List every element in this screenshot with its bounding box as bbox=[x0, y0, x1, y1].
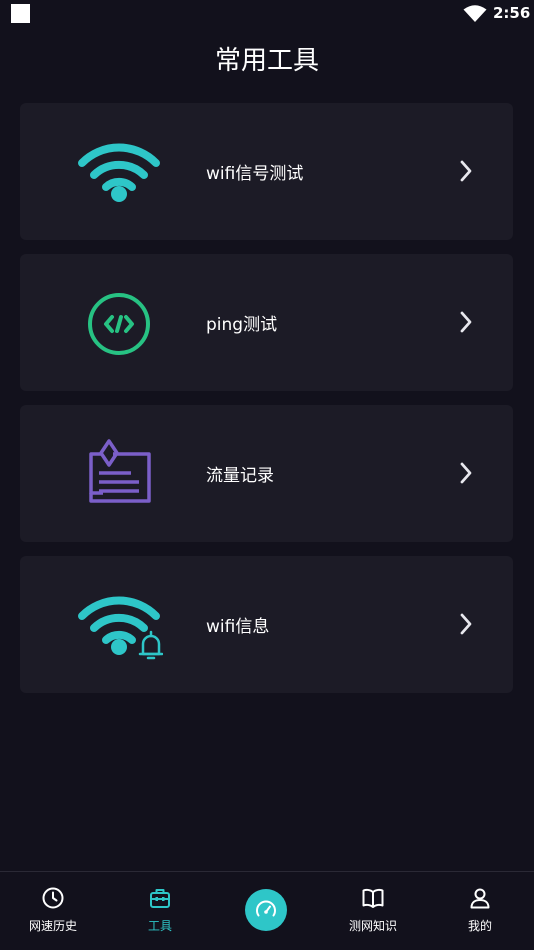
tool-card-traffic-record[interactable]: 流量记录 bbox=[20, 405, 513, 542]
chevron-right-icon bbox=[460, 160, 472, 182]
notification-square-icon bbox=[11, 4, 30, 23]
chevron-right-icon bbox=[460, 462, 472, 484]
nav-label: 测网知识 bbox=[348, 919, 397, 933]
nav-item-speed-history[interactable]: 网速历史 bbox=[0, 872, 106, 950]
tool-card-ping-test[interactable]: ping测试 bbox=[20, 254, 513, 391]
wifi-info-icon bbox=[78, 596, 163, 660]
clock-icon bbox=[42, 887, 64, 909]
tool-label: wifi信息 bbox=[206, 617, 270, 637]
traffic-record-icon bbox=[89, 439, 151, 503]
bottom-nav: 网速历史 工具 测网知识 我的 bbox=[0, 871, 534, 950]
chevron-right-icon bbox=[460, 311, 472, 333]
toolbox-icon bbox=[150, 889, 170, 908]
wifi-signal-icon bbox=[78, 143, 160, 202]
status-time: 2:56 bbox=[493, 4, 531, 22]
speed-test-button[interactable] bbox=[245, 889, 287, 931]
tool-label: 流量记录 bbox=[206, 466, 274, 486]
tool-label: ping测试 bbox=[206, 315, 278, 335]
nav-label: 网速历史 bbox=[28, 919, 77, 933]
wifi-status-icon bbox=[463, 5, 487, 22]
tool-label: wifi信号测试 bbox=[206, 164, 304, 184]
nav-item-network-knowledge[interactable]: 测网知识 bbox=[320, 872, 426, 950]
page-title: 常用工具 bbox=[214, 46, 319, 76]
nav-item-tools[interactable]: 工具 bbox=[107, 872, 213, 950]
speedometer-icon bbox=[256, 900, 276, 917]
tool-card-wifi-info[interactable]: wifi信息 bbox=[20, 556, 513, 693]
nav-label: 我的 bbox=[467, 919, 492, 933]
tool-card-wifi-signal-test[interactable]: wifi信号测试 bbox=[20, 103, 513, 240]
user-icon bbox=[470, 888, 490, 909]
nav-item-mine[interactable]: 我的 bbox=[427, 872, 533, 950]
chevron-right-icon bbox=[460, 613, 472, 635]
status-bar: 2:56 bbox=[0, 0, 534, 28]
book-icon bbox=[362, 888, 384, 908]
nav-label: 工具 bbox=[147, 919, 172, 933]
code-icon bbox=[88, 293, 150, 355]
